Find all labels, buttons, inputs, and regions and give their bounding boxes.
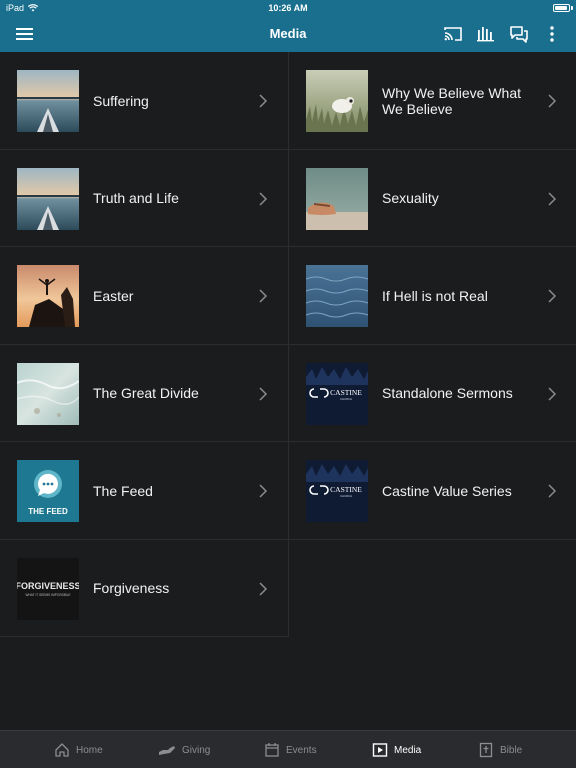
giving-hand-icon [159, 746, 175, 755]
castine-logo-subtext: CHURCH [340, 494, 352, 498]
forgiveness-thumb-subtitle: WHAT IT SEEMS IMPOSSIBLE [26, 593, 71, 597]
tab-giving[interactable]: Giving [158, 731, 210, 768]
chevron-right-icon [548, 386, 557, 401]
forgiveness-title-thumbnail: FORGIVENESS WHAT IT SEEMS IMPOSSIBLE [17, 557, 79, 620]
battery-icon [553, 4, 570, 12]
media-grid: Suffering Truth and Life Easter The Grea… [0, 52, 576, 730]
media-item-label: Easter [93, 287, 134, 304]
media-item-label: If Hell is not Real [382, 287, 488, 304]
the-feed-logo-text: THE FEED [28, 507, 68, 516]
status-bar: iPad 10:26 AM [0, 0, 576, 16]
sheep-in-grass-thumbnail [306, 70, 368, 132]
media-item-suffering[interactable]: Suffering [0, 52, 288, 150]
media-item-standalone-sermons[interactable]: CASTINE CHURCH Standalone Sermons [289, 345, 576, 442]
media-item-label: Truth and Life [93, 190, 179, 206]
castine-logo-text: CASTINE [330, 388, 362, 397]
tab-label: Home [76, 744, 103, 756]
media-item-why-we-believe[interactable]: Why We Believe What We Believe [289, 52, 576, 150]
the-feed-logo-thumbnail: THE FEED [17, 460, 79, 522]
ocean-water-thumbnail [306, 265, 368, 327]
chat-icon[interactable] [508, 24, 530, 44]
play-icon [372, 743, 388, 757]
tab-media[interactable]: Media [372, 731, 421, 768]
chevron-right-icon [548, 191, 557, 206]
chevron-right-icon [259, 581, 268, 596]
chevron-right-icon [259, 386, 268, 401]
hands-by-water-thumbnail [306, 167, 368, 230]
media-item-label: Standalone Sermons [382, 385, 513, 401]
media-item-label: The Great Divide [93, 385, 199, 401]
tab-events[interactable]: Events [264, 731, 317, 768]
media-item-label: The Feed [93, 482, 153, 499]
person-on-rock-sunset-thumbnail [17, 265, 79, 327]
shallow-water-thumbnail [17, 362, 79, 425]
media-item-the-great-divide[interactable]: The Great Divide [0, 345, 288, 442]
tab-label: Giving [182, 744, 211, 756]
media-item-the-feed[interactable]: THE FEED The Feed [0, 442, 288, 540]
chevron-right-icon [548, 289, 557, 303]
media-item-label: Castine Value Series [382, 482, 512, 499]
forgiveness-thumb-title: FORGIVENESS [17, 581, 79, 591]
bottom-tab-bar: Home Giving Events Media Bible [0, 730, 576, 768]
calendar-icon [265, 743, 279, 757]
tab-label: Bible [500, 744, 523, 756]
media-item-label: Suffering [93, 92, 149, 109]
chevron-right-icon [259, 289, 268, 303]
kayak-sunset-thumbnail [17, 70, 79, 132]
media-item-if-hell-is-not-real[interactable]: If Hell is not Real [289, 247, 576, 345]
chevron-right-icon [259, 191, 268, 206]
chevron-right-icon [548, 484, 557, 498]
cast-icon[interactable] [442, 24, 464, 44]
castine-church-logo-thumbnail: CASTINE CHURCH [306, 460, 368, 522]
tab-label: Events [286, 744, 317, 756]
chevron-right-icon [259, 484, 268, 498]
media-item-label: Sexuality [382, 190, 439, 206]
castine-logo-text: CASTINE [330, 485, 362, 494]
media-item-sexuality[interactable]: Sexuality [289, 150, 576, 247]
media-item-castine-value-series[interactable]: CASTINE CHURCH Castine Value Series [289, 442, 576, 540]
home-icon [55, 743, 69, 757]
media-item-label: Why We Believe What We Believe [382, 84, 522, 117]
media-item-forgiveness[interactable]: FORGIVENESS WHAT IT SEEMS IMPOSSIBLE For… [0, 540, 288, 637]
more-options-icon[interactable] [541, 24, 563, 44]
tab-home[interactable]: Home [54, 731, 103, 768]
media-item-truth-and-life[interactable]: Truth and Life [0, 150, 288, 247]
status-time: 10:26 AM [268, 3, 308, 13]
tab-label: Media [394, 744, 422, 756]
nav-bar: Media [0, 16, 576, 52]
castine-church-logo-thumbnail: CASTINE CHURCH [306, 362, 368, 425]
tab-bible[interactable]: Bible [478, 731, 522, 768]
chevron-right-icon [259, 94, 268, 108]
kayak-sunset-thumbnail [17, 167, 79, 230]
media-item-label: Forgiveness [93, 580, 170, 596]
bible-icon [479, 742, 493, 758]
audio-levels-icon[interactable] [475, 24, 497, 44]
castine-logo-subtext: CHURCH [340, 397, 352, 401]
header-bar: iPad 10:26 AM Media [0, 0, 576, 52]
chevron-right-icon [548, 94, 557, 108]
media-item-easter[interactable]: Easter [0, 247, 288, 345]
